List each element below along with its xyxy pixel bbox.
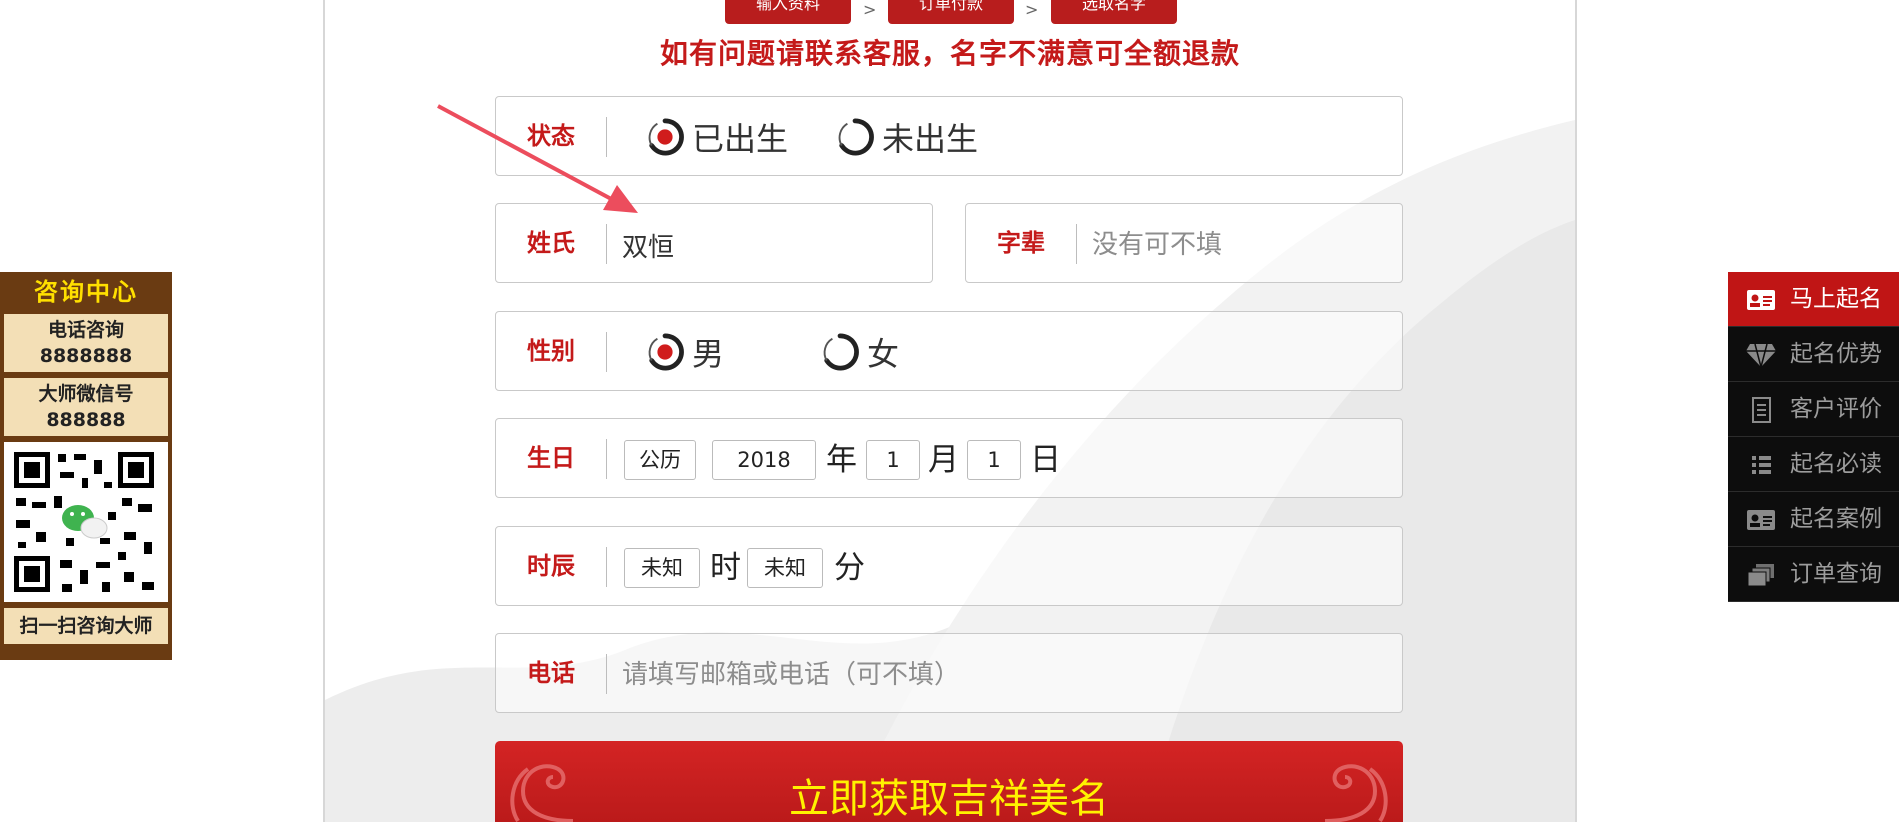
birth-hour-select[interactable]: 未知	[624, 548, 700, 588]
gender-female-text: 女	[867, 335, 900, 373]
gender-row: 性别 男 女	[495, 311, 1403, 391]
divider	[606, 332, 607, 372]
year-unit: 年	[826, 442, 857, 478]
nav-item-must-read[interactable]: 起名必读	[1728, 437, 1899, 492]
cloud-ornament-right	[1324, 764, 1388, 822]
month-unit: 月	[928, 442, 959, 478]
birth-time-row: 时辰 未知 时 未知 分	[495, 526, 1403, 606]
id-card-icon	[1747, 290, 1775, 310]
phone-consult-card[interactable]: 电话咨询 8888888	[4, 314, 168, 372]
radio-unselected-icon	[823, 333, 859, 371]
generation-row: 字辈	[965, 203, 1403, 283]
nav-label: 客户评价	[1790, 396, 1882, 422]
refund-notice: 如有问题请联系客服，名字不满意可全额退款	[659, 37, 1240, 70]
status-unborn-text: 未出生	[882, 120, 979, 158]
phone-consult-number: 8888888	[39, 345, 133, 367]
nav-item-reviews[interactable]: 客户评价	[1728, 382, 1899, 437]
radio-selected-icon	[648, 333, 684, 371]
surname-row: 姓氏	[495, 203, 933, 283]
get-name-button[interactable]: 立即获取吉祥美名	[495, 741, 1403, 822]
surname-input[interactable]	[620, 222, 924, 268]
qr-caption: 扫一扫咨询大师	[4, 608, 168, 644]
divider	[606, 547, 607, 587]
step-arrow: >	[863, 0, 877, 19]
status-label: 状态	[527, 122, 575, 150]
step-choose-name: 选取名字	[1051, 0, 1177, 24]
nav-label: 起名必读	[1790, 451, 1882, 477]
stack-icon	[1747, 564, 1774, 587]
divider	[606, 224, 607, 264]
minute-unit: 分	[834, 550, 865, 586]
nav-item-cases[interactable]: 起名案例	[1728, 492, 1899, 547]
nav-item-advantages[interactable]: 起名优势	[1728, 327, 1899, 382]
status-born-radio[interactable]: 已出生	[646, 115, 788, 159]
birth-time-label: 时辰	[527, 552, 575, 580]
status-row: 状态 已出生 未出生	[495, 96, 1403, 176]
day-unit: 日	[1030, 442, 1061, 478]
consult-title: 咨询中心	[34, 278, 138, 306]
gender-male-radio[interactable]: 男	[646, 330, 724, 374]
main-form-column: 输入资料 > 订单付款 > 选取名字 如有问题请联系客服，名字不满意可全额退款 …	[323, 0, 1577, 822]
document-icon	[1752, 397, 1771, 423]
phone-input[interactable]	[620, 652, 1324, 698]
gender-label: 性别	[527, 337, 575, 365]
id-card-icon	[1747, 510, 1775, 530]
radio-unselected-icon	[838, 118, 874, 156]
generation-input[interactable]	[1090, 222, 1394, 268]
consult-panel: 咨询中心 电话咨询 8888888 大师微信号 888888 扫一扫咨询大师	[0, 272, 172, 660]
step-arrow: >	[1025, 0, 1039, 19]
nav-label: 马上起名	[1790, 286, 1882, 312]
birth-year-select[interactable]: 2018	[712, 440, 816, 480]
divider	[606, 439, 607, 479]
qr-code	[4, 442, 168, 602]
wechat-id: 888888	[46, 409, 126, 431]
qr-code-icon	[14, 452, 154, 592]
phone-label: 电话	[527, 659, 575, 687]
divider	[1076, 224, 1077, 264]
wechat-label: 大师微信号	[38, 383, 134, 405]
step-input-info: 输入资料	[725, 0, 851, 24]
birthday-label: 生日	[527, 444, 575, 472]
list-icon	[1752, 456, 1771, 474]
cloud-ornament-left	[510, 764, 574, 822]
wechat-consult-card[interactable]: 大师微信号 888888	[4, 378, 168, 436]
divider	[606, 654, 607, 694]
step-payment: 订单付款	[888, 0, 1014, 24]
radio-selected-icon	[648, 118, 684, 156]
hour-unit: 时	[710, 550, 741, 586]
nav-item-name-now[interactable]: 马上起名	[1728, 272, 1899, 327]
get-name-button-label: 立即获取吉祥美名	[789, 776, 1109, 822]
generation-label: 字辈	[997, 229, 1045, 257]
nav-label: 起名案例	[1790, 506, 1882, 532]
phone-row: 电话	[495, 633, 1403, 713]
nav-label: 订单查询	[1790, 561, 1882, 587]
calendar-type-select[interactable]: 公历	[624, 440, 696, 480]
birth-day-select[interactable]: 1	[967, 440, 1021, 480]
birth-minute-select[interactable]: 未知	[747, 548, 823, 588]
birth-month-select[interactable]: 1	[866, 440, 920, 480]
status-born-text: 已出生	[692, 120, 789, 158]
diamond-icon	[1746, 343, 1776, 368]
nav-item-order-query[interactable]: 订单查询	[1728, 547, 1899, 602]
divider	[606, 117, 607, 157]
gender-female-radio[interactable]: 女	[821, 330, 899, 374]
nav-label: 起名优势	[1790, 341, 1882, 367]
phone-consult-label: 电话咨询	[47, 319, 124, 341]
gender-male-text: 男	[692, 335, 725, 373]
surname-label: 姓氏	[527, 229, 575, 257]
status-unborn-radio[interactable]: 未出生	[836, 115, 978, 159]
right-nav: 马上起名 起名优势 客户评价 起名必读 起名案例 订单查询	[1728, 272, 1899, 602]
birthday-row: 生日 公历 2018 年 1 月 1 日	[495, 418, 1403, 498]
